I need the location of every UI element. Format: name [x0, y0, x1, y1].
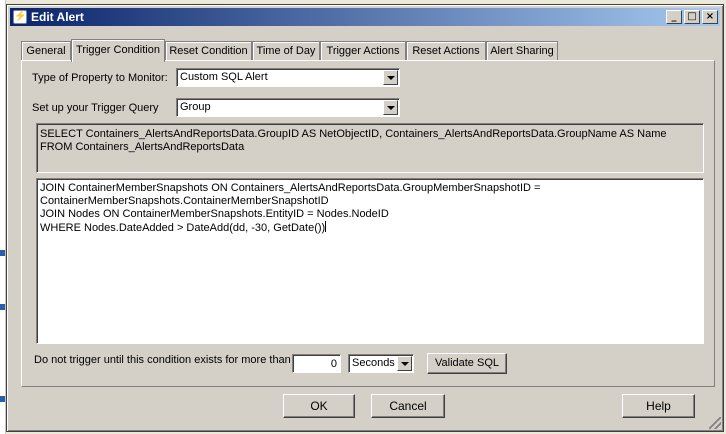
- tab-trigger-condition[interactable]: Trigger Condition: [71, 39, 165, 62]
- sql-prefix-readonly: SELECT Containers_AlertsAndReportsData.G…: [36, 123, 704, 173]
- tab-reset-actions[interactable]: Reset Actions: [406, 41, 486, 60]
- chevron-down-icon[interactable]: [383, 100, 398, 115]
- cancel-button[interactable]: Cancel: [371, 394, 445, 418]
- sql-query-editor[interactable]: JOIN ContainerMemberSnapshots ON Contain…: [36, 178, 704, 344]
- background-link-marker: [0, 396, 5, 402]
- validate-sql-button[interactable]: Validate SQL: [427, 353, 507, 374]
- trigger-query-value: Group: [180, 101, 211, 113]
- title-bar[interactable]: ⚡ Edit Alert _ □ ×: [10, 8, 720, 26]
- sql-query-text: JOIN ContainerMemberSnapshots ON Contain…: [40, 182, 541, 234]
- minimize-button[interactable]: _: [666, 10, 682, 24]
- ok-button[interactable]: OK: [283, 394, 355, 418]
- property-type-label: Type of Property to Monitor:: [32, 72, 168, 84]
- trigger-delay-label: Do not trigger until this condition exis…: [34, 354, 291, 366]
- trigger-delay-input[interactable]: [292, 354, 341, 373]
- tab-general[interactable]: General: [21, 41, 71, 60]
- tab-alert-sharing[interactable]: Alert Sharing: [486, 41, 558, 60]
- help-button[interactable]: Help: [622, 394, 695, 418]
- trigger-query-label: Set up your Trigger Query: [32, 102, 159, 114]
- trigger-query-select[interactable]: Group: [176, 98, 400, 117]
- chevron-down-icon[interactable]: [383, 70, 398, 85]
- window-controls: _ □ ×: [666, 10, 718, 24]
- maximize-button[interactable]: □: [684, 10, 700, 24]
- chevron-down-icon[interactable]: [397, 356, 412, 371]
- window-title: Edit Alert: [31, 10, 84, 24]
- property-type-value: Custom SQL Alert: [180, 71, 268, 83]
- edit-alert-dialog: ⚡ Edit Alert _ □ × General Trigger Condi…: [6, 4, 724, 432]
- property-type-select[interactable]: Custom SQL Alert: [176, 68, 400, 87]
- tab-time-of-day[interactable]: Time of Day: [252, 41, 320, 60]
- background-link-marker: [0, 250, 5, 256]
- delay-unit-value: Seconds: [352, 357, 395, 369]
- background-link-marker: [0, 304, 5, 310]
- tab-trigger-actions[interactable]: Trigger Actions: [320, 41, 406, 60]
- text-caret: [325, 221, 327, 232]
- tab-reset-condition[interactable]: Reset Condition: [165, 41, 252, 60]
- trigger-condition-panel: Type of Property to Monitor: Custom SQL …: [21, 60, 715, 387]
- delay-unit-select[interactable]: Seconds: [348, 354, 414, 373]
- close-button[interactable]: ×: [702, 10, 718, 24]
- resize-grip-icon[interactable]: [709, 417, 721, 429]
- alert-app-icon: ⚡: [13, 10, 27, 24]
